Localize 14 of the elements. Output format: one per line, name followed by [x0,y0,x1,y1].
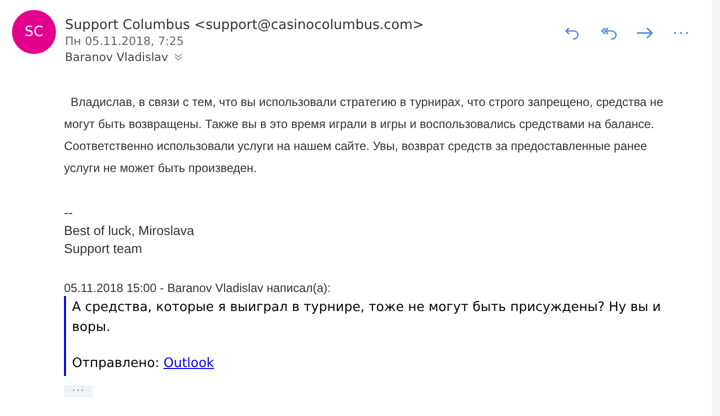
recipient-name: Baranov Vladislav [65,49,168,65]
sender-name: Support Columbus <support@casinocolumbus.com> [65,16,425,34]
sent-label: Отправлено: [72,356,160,371]
signature-line: Best of luck, Miroslava [64,222,196,240]
signature-line: Support team [64,240,144,258]
quoted-text: А средства, которые я выиграл в турнире, тоже не могут быть присуждены? Ну вы и воры. [72,299,662,337]
sent-date: Пн 05.11.2018, 7:25 [65,34,185,49]
message-paragraph: Владислав, в связи с тем, что вы использовали стратегию в турнирах, что строго запрещено, средства не могут быть возвращены. Также вы в это время играли в игры и воспользовались средствами на балансе. Соответственно использовали услуги на нашем сайте. Увы, возврат средств за предоставленные ранее услуги не может быть произведен. [64,94,664,177]
outlook-link[interactable]: Outlook [163,356,214,371]
chevron-down-icon[interactable] [174,53,184,61]
quote-header: 05.11.2018 15:00 - Baranov Vladislav написал(а): [64,280,332,296]
avatar-initials: SC [24,24,44,40]
signature-line: -- [64,204,74,222]
show-more-button[interactable]: ··· [64,385,93,397]
